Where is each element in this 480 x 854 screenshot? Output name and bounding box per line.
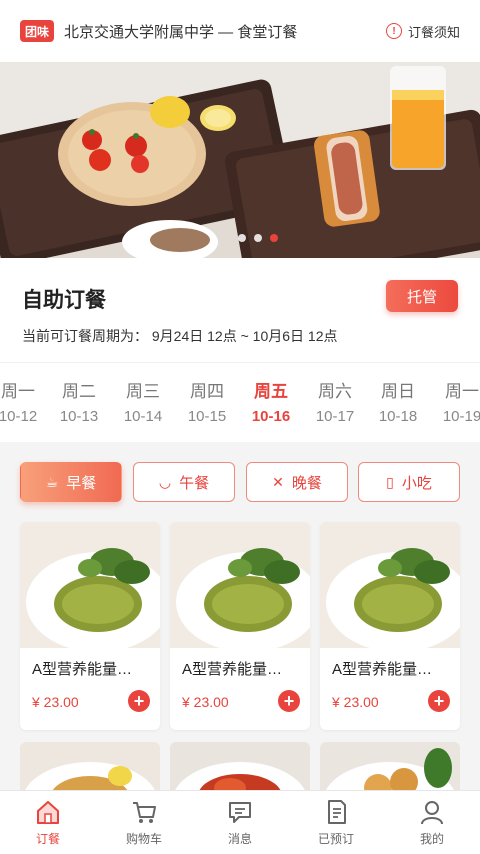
product-price: ¥ 23.00 <box>332 694 379 710</box>
tab-label: 消息 <box>227 832 252 846</box>
document-icon <box>328 800 346 824</box>
day-weekday: 周一 <box>445 382 479 401</box>
tuoguan-button[interactable]: 托管 <box>386 280 458 312</box>
day-weekday: 周三 <box>126 382 160 401</box>
day-item[interactable]: 周一 10-19 <box>432 377 480 425</box>
product-card[interactable]: A型营养能量… ¥ 23.00 + <box>20 522 160 730</box>
utensils-icon: ✕ <box>272 473 284 490</box>
home-icon <box>37 801 59 824</box>
day-selector: 周一 10-12 周二 10-13 周三 10-14 周四 10-15 周五 1… <box>0 362 480 442</box>
app-header: 团味 北京交通大学附属中学 — 食堂订餐 ! 订餐须知 <box>0 0 480 62</box>
day-item[interactable]: 周三 10-14 <box>113 377 173 425</box>
meal-tab-label: 晚餐 <box>291 474 322 492</box>
day-weekday: 周六 <box>318 382 352 401</box>
banner-image <box>0 62 480 258</box>
day-date: 10-15 <box>187 408 227 425</box>
product-name: A型营养能量… <box>332 661 433 678</box>
meal-tab-lunch[interactable]: ◡ 午餐 <box>133 462 235 502</box>
self-order-title: 自助订餐 <box>22 289 106 312</box>
add-to-cart-button[interactable]: + <box>278 690 300 712</box>
meal-tab-dinner[interactable]: ✕ 晚餐 <box>246 462 348 502</box>
banner-carousel[interactable] <box>0 62 480 258</box>
day-date: 10-19 <box>442 408 480 425</box>
day-date: 10-13 <box>59 408 99 425</box>
app-logo: 团味 <box>20 20 54 42</box>
product-card[interactable]: A型营养能量… ¥ 23.00 + <box>320 522 460 730</box>
tab-label: 购物车 <box>125 832 162 846</box>
add-to-cart-button[interactable]: + <box>428 690 450 712</box>
tab-order[interactable]: 订餐 <box>0 791 96 854</box>
info-icon: ! <box>385 23 402 39</box>
day-item-selected[interactable]: 周五 10-16 <box>241 377 301 425</box>
carousel-dots <box>18 234 480 242</box>
meal-tab-label: 早餐 <box>66 474 97 492</box>
cart-icon <box>133 802 156 823</box>
day-weekday: 周四 <box>190 382 224 401</box>
day-weekday: 周二 <box>62 382 96 401</box>
tab-reserved[interactable]: 已预订 <box>288 791 384 854</box>
day-item[interactable]: 周一 10-12 <box>0 377 48 425</box>
carousel-dot[interactable] <box>238 234 246 242</box>
product-card[interactable]: A型营养能量… ¥ 23.00 + <box>170 522 310 730</box>
coffee-icon: ☕ <box>45 473 59 490</box>
product-price: ¥ 23.00 <box>182 694 229 710</box>
product-price: ¥ 23.00 <box>32 694 79 710</box>
meal-tab-label: 小吃 <box>401 474 432 492</box>
meal-tab-label: 午餐 <box>179 474 210 492</box>
carousel-dot-active[interactable] <box>270 234 278 242</box>
day-date: 10-12 <box>0 408 38 425</box>
day-item[interactable]: 周日 10-18 <box>368 377 428 425</box>
order-period-text: 当前可订餐周期为： 9月24日 12点 ~ 10月6日 12点 <box>22 328 338 344</box>
day-item[interactable]: 周六 10-17 <box>305 377 365 425</box>
tab-profile[interactable]: 我的 <box>384 791 480 854</box>
add-to-cart-button[interactable]: + <box>128 690 150 712</box>
day-date: 10-16 <box>251 408 291 425</box>
bottom-tab-bar: 订餐 购物车 消息 已预订 我的 <box>0 790 480 854</box>
product-image <box>20 522 160 648</box>
product-name: A型营养能量… <box>182 661 283 678</box>
day-weekday: 周五 <box>254 382 288 401</box>
meal-tab-breakfast[interactable]: ☕ 早餐 <box>20 462 122 502</box>
order-notice-label: 订餐须知 <box>407 24 460 40</box>
order-notice-link[interactable]: ! 订餐须知 <box>385 22 460 41</box>
product-name: A型营养能量… <box>32 661 133 678</box>
day-item[interactable]: 周四 10-15 <box>177 377 237 425</box>
bowl-icon: ◡ <box>158 473 172 490</box>
page-title: 北京交通大学附属中学 — 食堂订餐 <box>64 23 298 41</box>
user-icon <box>421 801 443 825</box>
day-date: 10-14 <box>123 408 163 425</box>
tab-label: 我的 <box>419 832 444 846</box>
message-icon <box>229 802 251 823</box>
self-order-section: 自助订餐 托管 当前可订餐周期为： 9月24日 12点 ~ 10月6日 12点 <box>0 258 480 362</box>
day-weekday: 周日 <box>381 382 415 401</box>
tab-label: 订餐 <box>35 832 60 846</box>
day-item[interactable]: 周二 10-13 <box>49 377 109 425</box>
product-image <box>170 522 310 648</box>
tab-label: 已预订 <box>317 832 354 846</box>
tab-messages[interactable]: 消息 <box>192 791 288 854</box>
meal-tab-snack[interactable]: ▯ 小吃 <box>358 462 460 502</box>
tab-cart[interactable]: 购物车 <box>96 791 192 854</box>
meal-category-bar: ☕ 早餐 ◡ 午餐 ✕ 晚餐 ▯ 小吃 <box>0 448 480 512</box>
drink-icon: ▯ <box>386 473 394 490</box>
carousel-dot[interactable] <box>254 234 262 242</box>
product-image <box>320 522 460 648</box>
day-date: 10-17 <box>315 408 355 425</box>
day-date: 10-18 <box>378 408 418 425</box>
day-weekday: 周一 <box>1 382 35 401</box>
